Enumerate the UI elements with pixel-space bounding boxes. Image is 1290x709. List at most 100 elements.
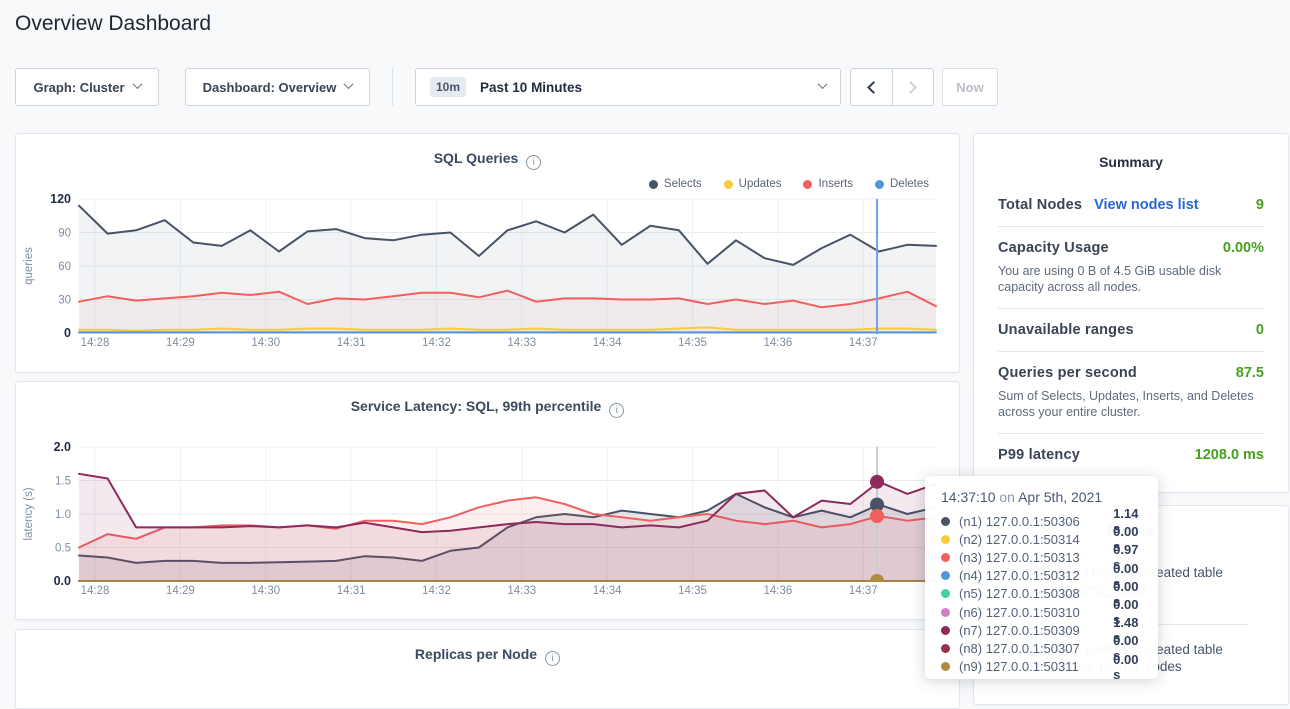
svg-text:latency (s): latency (s) (23, 487, 35, 540)
svg-text:1.5: 1.5 (55, 476, 71, 488)
tooltip-row: (n9) 127.0.0.1:50311 0.00 s (941, 658, 1148, 676)
summary-row: Unavailable ranges 0 (998, 309, 1264, 352)
summary-row-description: You are using 0 B of 4.5 GiB usable disk… (998, 263, 1264, 295)
sql-queries-plot[interactable]: 14:28 14:29 14:30 14:31 14:32 14:33 14:34 14:35… (16, 187, 959, 357)
svg-text:14:30: 14:30 (251, 585, 280, 597)
svg-text:14:34: 14:34 (593, 337, 622, 349)
info-icon[interactable]: i (526, 155, 541, 170)
service-latency-chart-card: Service Latency: SQL, 99th percentilei 1… (15, 381, 960, 620)
series-dot-icon (941, 608, 950, 617)
prev-time-button[interactable] (851, 69, 892, 105)
summary-panel: Summary Total Nodes View nodes list 9 Ca… (973, 133, 1289, 493)
graph-dropdown[interactable]: Graph: Cluster (15, 68, 159, 106)
svg-text:14:33: 14:33 (507, 585, 536, 597)
chevron-down-icon (132, 79, 142, 89)
series-dot-icon (941, 662, 950, 671)
svg-text:30: 30 (58, 295, 71, 307)
tooltip-node-name: (n2) 127.0.0.1:50314 (959, 532, 1113, 547)
time-range-dropdown[interactable]: 10m Past 10 Minutes (415, 68, 841, 106)
svg-text:14:34: 14:34 (593, 585, 622, 597)
chart-title: Service Latency: SQL, 99th percentilei (16, 398, 959, 418)
svg-text:90: 90 (58, 228, 71, 240)
svg-text:0.5: 0.5 (55, 543, 71, 555)
replicas-per-node-chart-card: Replicas per Nodei (15, 629, 960, 709)
series-dot-icon (941, 517, 950, 526)
svg-text:14:28: 14:28 (81, 585, 110, 597)
chevron-right-icon (904, 81, 917, 94)
tooltip-node-name: (n5) 127.0.0.1:50308 (959, 586, 1113, 601)
sql-queries-chart-card: SQL Queriesi Selects Updates Inserts Del… (15, 133, 960, 373)
chevron-down-icon (344, 79, 354, 89)
info-icon[interactable]: i (545, 651, 560, 666)
series-dot-icon (941, 589, 950, 598)
svg-text:14:28: 14:28 (81, 337, 110, 349)
summary-row-value: 87.5 (1236, 365, 1264, 381)
series-dot-icon (941, 626, 950, 635)
series-dot-icon (941, 644, 950, 653)
tooltip-node-name: (n4) 127.0.0.1:50312 (959, 568, 1113, 583)
svg-text:14:31: 14:31 (337, 585, 366, 597)
svg-text:1.0: 1.0 (55, 509, 71, 521)
svg-text:14:37: 14:37 (849, 337, 878, 349)
svg-text:14:32: 14:32 (422, 585, 451, 597)
chevron-down-icon (818, 79, 828, 89)
svg-text:14:36: 14:36 (763, 585, 792, 597)
series-dot-icon (941, 535, 950, 544)
series-dot-icon (941, 553, 950, 562)
dashboard-dropdown-label: Dashboard: Overview (203, 80, 337, 95)
tooltip-node-name: (n8) 127.0.0.1:50307 (959, 641, 1113, 656)
svg-text:0.0: 0.0 (54, 574, 71, 588)
summary-row-label: Unavailable ranges (998, 322, 1134, 338)
info-icon[interactable]: i (609, 403, 624, 418)
summary-row-value: 0 (1256, 322, 1264, 338)
view-nodes-list-link[interactable]: View nodes list (1094, 197, 1199, 213)
svg-text:14:33: 14:33 (507, 337, 536, 349)
svg-text:2.0: 2.0 (54, 440, 71, 454)
chevron-left-icon (867, 81, 880, 94)
svg-text:queries: queries (23, 247, 35, 285)
series-dot-icon (941, 571, 950, 580)
chart-title: Replicas per Nodei (16, 646, 959, 666)
next-time-button[interactable] (892, 69, 934, 105)
summary-row-description: Sum of Selects, Updates, Inserts, and De… (998, 388, 1264, 420)
summary-row-label: Total Nodes (998, 197, 1082, 213)
svg-text:14:32: 14:32 (422, 337, 451, 349)
svg-text:60: 60 (58, 261, 71, 273)
now-button[interactable]: Now (942, 68, 998, 106)
chart-title: SQL Queriesi (16, 150, 959, 170)
summary-row: P99 latency 1208.0 ms (998, 434, 1264, 476)
summary-row-label: P99 latency (998, 447, 1080, 463)
summary-row-label: Capacity Usage (998, 240, 1109, 256)
service-latency-plot[interactable]: 14:28 14:29 14:30 14:31 14:32 14:33 14:34 14:35… (16, 435, 959, 605)
svg-text:14:30: 14:30 (251, 337, 280, 349)
tooltip-node-name: (n6) 127.0.0.1:50310 (959, 605, 1113, 620)
summary-row-value: 0.00% (1223, 240, 1264, 256)
tooltip-node-name: (n1) 127.0.0.1:50306 (959, 514, 1113, 529)
summary-row-value: 9 (1256, 197, 1264, 213)
summary-heading: Summary (998, 154, 1264, 170)
svg-text:14:31: 14:31 (337, 337, 366, 349)
tooltip-node-name: (n9) 127.0.0.1:50311 (959, 659, 1113, 674)
tooltip-node-value: 0.00 s (1113, 652, 1148, 682)
svg-text:14:29: 14:29 (166, 585, 195, 597)
tooltip-timestamp: 14:37:10 on Apr 5th, 2021 (941, 489, 1148, 505)
tooltip-node-name: (n3) 127.0.0.1:50313 (959, 550, 1113, 565)
summary-row-label: Queries per second (998, 365, 1137, 381)
summary-row: Queries per second 87.5 Sum of Selects, … (998, 352, 1264, 434)
svg-text:0: 0 (64, 326, 71, 340)
graph-dropdown-label: Graph: Cluster (33, 80, 124, 95)
summary-row: Total Nodes View nodes list 9 (998, 184, 1264, 227)
dashboard-dropdown[interactable]: Dashboard: Overview (185, 68, 370, 106)
svg-text:14:29: 14:29 (166, 337, 195, 349)
svg-text:14:35: 14:35 (678, 337, 707, 349)
time-pager (850, 68, 934, 106)
svg-text:120: 120 (50, 192, 71, 206)
chart-hover-tooltip: 14:37:10 on Apr 5th, 2021 (n1) 127.0.0.1… (925, 476, 1158, 679)
summary-row: Capacity Usage 0.00% You are using 0 B o… (998, 227, 1264, 309)
summary-row-value: 1208.0 ms (1195, 447, 1264, 463)
svg-text:14:37: 14:37 (849, 585, 878, 597)
time-range-badge: 10m (430, 77, 466, 97)
tooltip-node-name: (n7) 127.0.0.1:50309 (959, 623, 1113, 638)
svg-text:14:35: 14:35 (678, 585, 707, 597)
page-title: Overview Dashboard (15, 12, 211, 36)
